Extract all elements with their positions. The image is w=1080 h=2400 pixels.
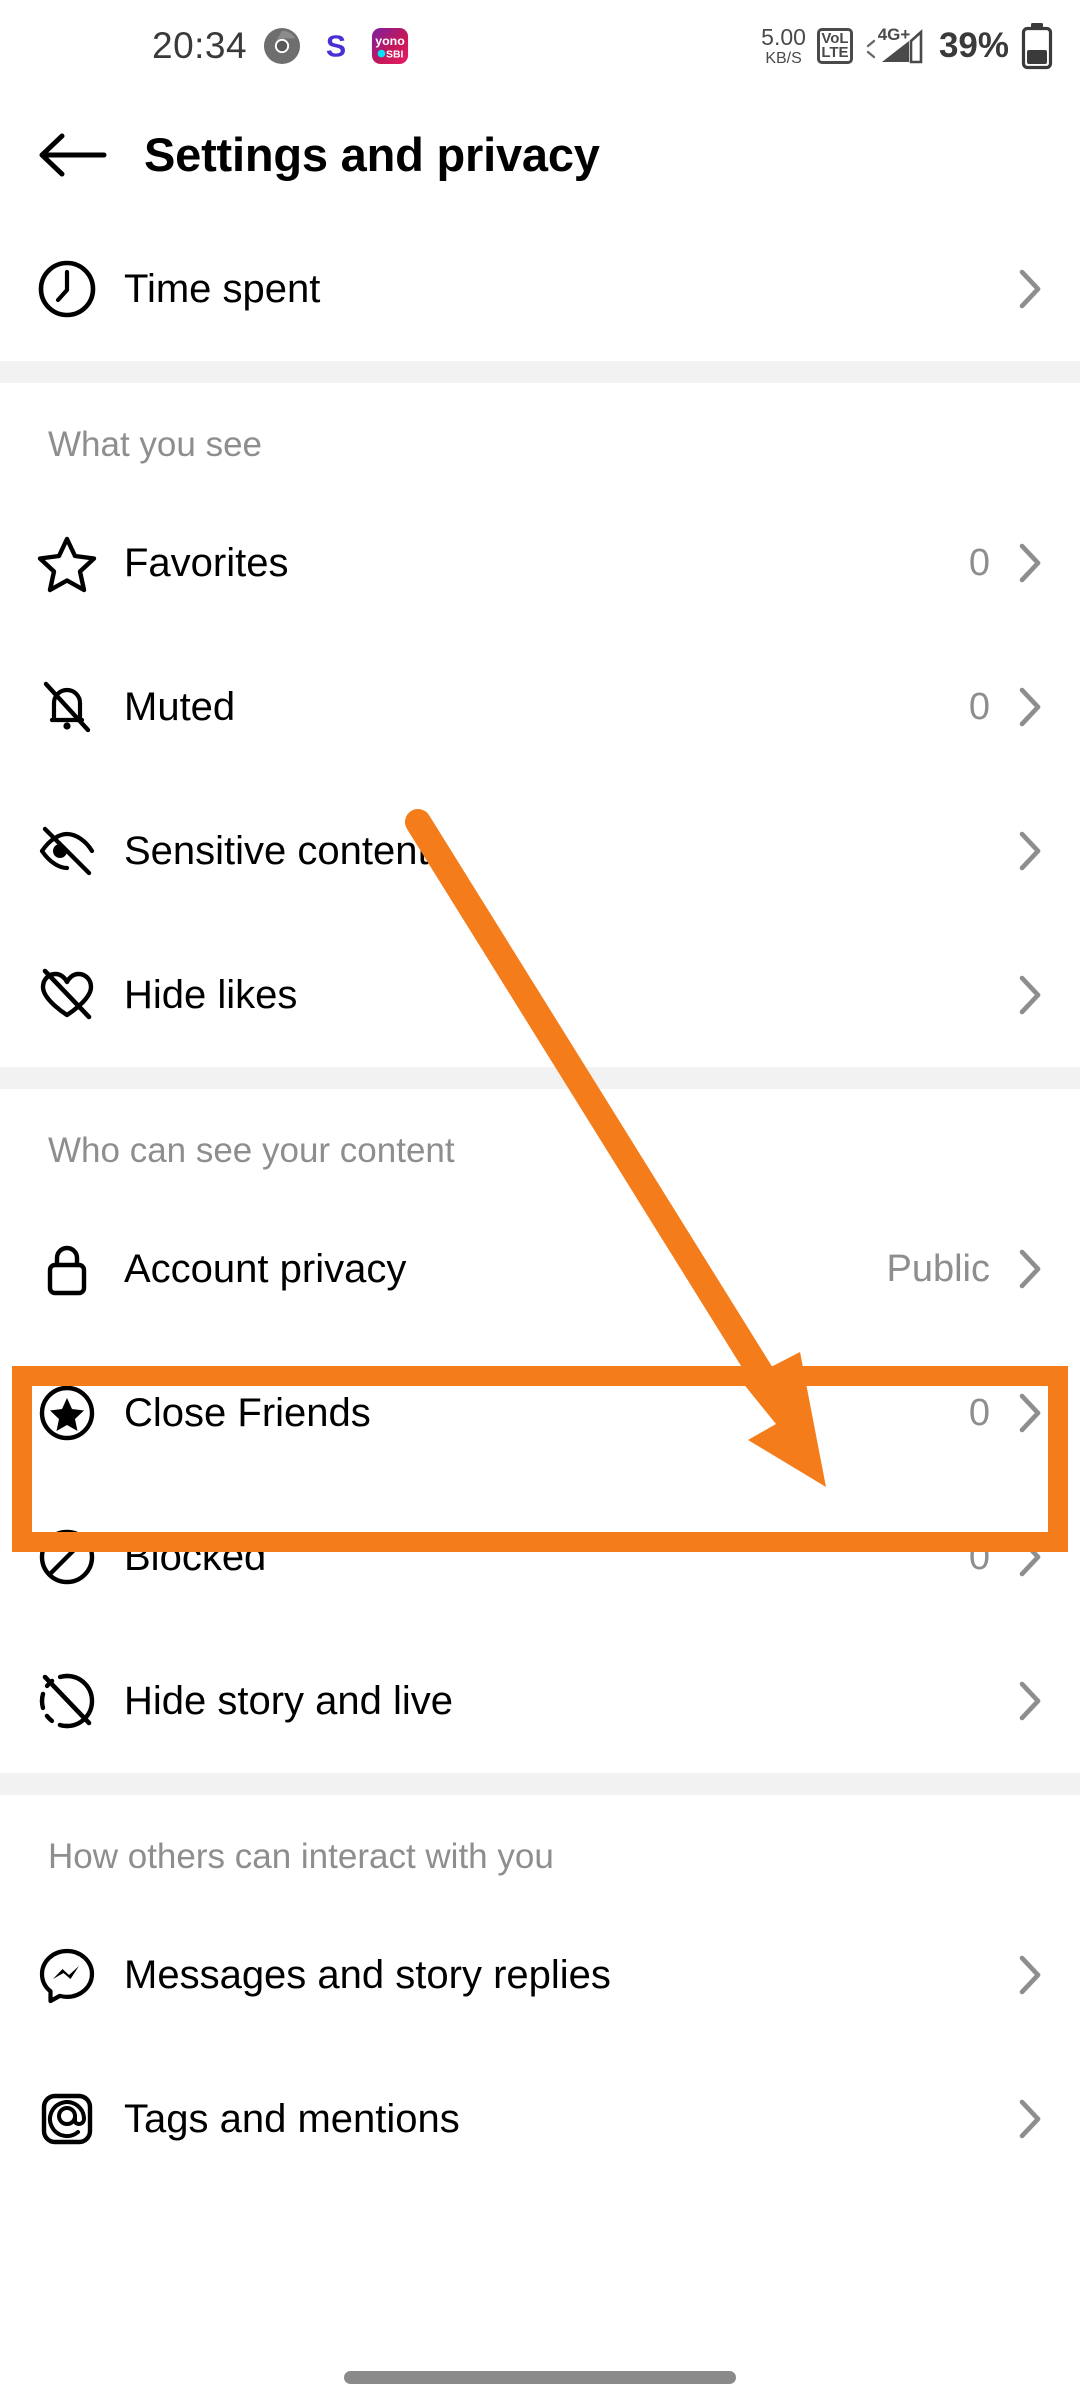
messenger-icon bbox=[36, 1944, 116, 2006]
chevron-right-icon bbox=[1014, 970, 1046, 1020]
list-item-label: Hide likes bbox=[124, 972, 298, 1017]
clock-icon bbox=[36, 258, 116, 320]
chevron-right-icon bbox=[1014, 264, 1046, 314]
svg-text:S: S bbox=[326, 29, 346, 63]
back-arrow-icon bbox=[39, 133, 107, 176]
list-item-label: Sensitive content bbox=[124, 828, 429, 873]
list-item-account-privacy[interactable]: Account privacy Public bbox=[0, 1197, 1080, 1341]
volte-icon: VoL LTE bbox=[816, 28, 853, 64]
status-bar-left: 20:34 S yono SBI bbox=[152, 25, 409, 67]
list-item-sensitive-content[interactable]: Sensitive content bbox=[0, 779, 1080, 923]
home-indicator[interactable] bbox=[344, 2371, 736, 2384]
status-bar: 20:34 S yono SBI 5.00 KB/S VoL LTE 4G+ 3… bbox=[0, 0, 1080, 92]
eye-slash-icon bbox=[36, 820, 116, 882]
chevron-right-icon bbox=[1014, 1676, 1046, 1726]
list-item-label: Account privacy bbox=[124, 1246, 407, 1291]
list-item-messages-and-story-replies[interactable]: Messages and story replies bbox=[0, 1903, 1080, 2047]
net-speed-unit: KB/S bbox=[765, 49, 802, 67]
chrome-icon bbox=[264, 27, 301, 65]
phone-screen: 20:34 S yono SBI 5.00 KB/S VoL LTE 4G+ 3… bbox=[0, 0, 1080, 2400]
chevron-right-icon bbox=[1014, 1244, 1046, 1294]
chevron-right-icon bbox=[1014, 1950, 1046, 2000]
section-header-who-can-see: Who can see your content bbox=[48, 1131, 455, 1170]
back-button[interactable] bbox=[34, 130, 138, 180]
list-item-time-spent[interactable]: Time spent bbox=[0, 217, 1080, 361]
list-item-close-friends[interactable]: Close Friends 0 bbox=[0, 1341, 1080, 1485]
heart-slash-icon bbox=[36, 964, 116, 1026]
list-item-blocked[interactable]: Blocked 0 bbox=[0, 1485, 1080, 1629]
star-icon bbox=[36, 532, 116, 594]
section-divider bbox=[0, 361, 1080, 383]
yono-sbi-icon: yono SBI bbox=[372, 27, 409, 65]
chevron-right-icon bbox=[1014, 2094, 1046, 2144]
network-speed-indicator: 5.00 KB/S bbox=[761, 23, 806, 67]
list-item-value: 0 bbox=[968, 1391, 990, 1434]
app-header: Settings and privacy bbox=[0, 92, 1080, 217]
s-app-icon: S bbox=[326, 29, 346, 63]
list-item-label: Tags and mentions bbox=[124, 2096, 460, 2141]
list-item-label: Blocked bbox=[124, 1534, 267, 1579]
svg-text:yono: yono bbox=[375, 34, 405, 48]
battery-icon bbox=[1021, 23, 1053, 70]
svg-text:SBI: SBI bbox=[386, 49, 403, 60]
list-item-value: 0 bbox=[968, 541, 990, 584]
list-item-label: Messages and story replies bbox=[124, 1952, 611, 1997]
chevron-right-icon bbox=[1014, 1388, 1046, 1438]
list-item-value: 0 bbox=[968, 1535, 990, 1578]
section-divider bbox=[0, 1773, 1080, 1795]
list-item-hide-story-and-live[interactable]: Hide story and live bbox=[0, 1629, 1080, 1773]
chevron-right-icon bbox=[1014, 682, 1046, 732]
battery-percent: 39% bbox=[938, 26, 1009, 65]
chevron-right-icon bbox=[1014, 826, 1046, 876]
signal-4g-icon: 4G+ bbox=[866, 25, 923, 64]
status-clock: 20:34 bbox=[152, 25, 248, 66]
list-item-tags-and-mentions[interactable]: Tags and mentions bbox=[0, 2047, 1080, 2191]
settings-list: Time spent What you see Favorites 0 Mute… bbox=[0, 217, 1080, 2191]
list-item-label: Close Friends bbox=[124, 1390, 371, 1435]
list-item-muted[interactable]: Muted 0 bbox=[0, 635, 1080, 779]
list-item-label: Time spent bbox=[124, 266, 321, 311]
net-speed-value: 5.00 bbox=[761, 23, 806, 50]
chevron-right-icon bbox=[1014, 538, 1046, 588]
page-title: Settings and privacy bbox=[144, 128, 600, 181]
list-item-label: Favorites bbox=[124, 540, 289, 585]
account-privacy-value: Public bbox=[886, 1247, 991, 1290]
list-item-favorites[interactable]: Favorites 0 bbox=[0, 491, 1080, 635]
list-item-label: Muted bbox=[124, 684, 236, 729]
tag-icon bbox=[36, 2088, 116, 2150]
section-divider bbox=[0, 1067, 1080, 1089]
network-type-label: 4G+ bbox=[878, 25, 911, 44]
section-header-how-others-interact: How others can interact with you bbox=[48, 1837, 554, 1876]
list-item-label: Hide story and live bbox=[124, 1678, 454, 1723]
list-item-value: 0 bbox=[968, 685, 990, 728]
lock-icon bbox=[36, 1238, 116, 1300]
list-item-hide-likes[interactable]: Hide likes bbox=[0, 923, 1080, 1067]
story-slash-icon bbox=[36, 1670, 116, 1732]
bell-slash-icon bbox=[36, 676, 116, 738]
status-bar-right: 5.00 KB/S VoL LTE 4G+ 39% bbox=[761, 22, 1054, 70]
section-header-what-you-see: What you see bbox=[48, 425, 262, 464]
chevron-right-icon bbox=[1014, 1532, 1046, 1582]
block-icon bbox=[36, 1526, 116, 1588]
star-circle-icon bbox=[36, 1382, 116, 1444]
